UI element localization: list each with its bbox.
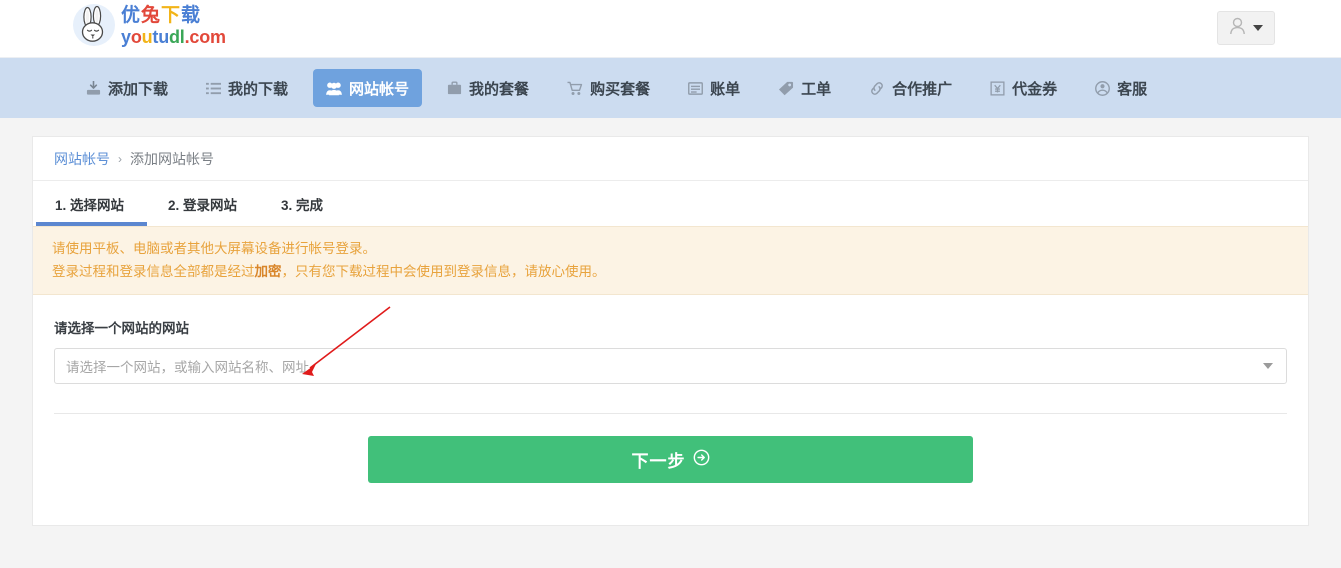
logo-domain-4: tu [152, 27, 169, 47]
logo-domain: youtudl.com [121, 28, 226, 46]
step-label: 2. 登录网站 [168, 197, 238, 213]
user-avatar-icon [1229, 17, 1246, 40]
rabbit-logo-icon [73, 4, 115, 46]
notice-line-2-emphasis: 加密 [254, 264, 282, 279]
notice-line-2-after: ，只有您下载过程中会使用到登录信息，请放心使用。 [281, 264, 606, 279]
notice-line-2: 登录过程和登录信息全部都是经过加密，只有您下载过程中会使用到登录信息，请放心使用… [52, 260, 1308, 283]
nav-item-tickets[interactable]: 工单 [765, 69, 844, 107]
chevron-down-icon [1253, 25, 1263, 31]
nav-item-affiliate[interactable]: 合作推广 [856, 69, 965, 107]
ticket-icon [778, 81, 794, 96]
form-actions: 下一步 [54, 414, 1287, 483]
notice-line-1: 请使用平板、电脑或者其他大屏幕设备进行帐号登录。 [52, 241, 376, 256]
nav-item-vouchers[interactable]: 代金券 [977, 69, 1070, 107]
logo-domain-1: y [121, 27, 131, 47]
site-select-label: 请选择一个网站的网站 [54, 321, 189, 336]
page-body: 网站帐号 › 添加网站帐号 1. 选择网站 2. 登录网站 3. 完成 请使用平… [0, 118, 1341, 526]
logo-char-2: 兔 [141, 4, 162, 26]
next-step-label: 下一步 [631, 452, 686, 471]
site-select-input[interactable]: 请选择一个网站，或输入网站名称、网址 [54, 348, 1287, 384]
step-tabs: 1. 选择网站 2. 登录网站 3. 完成 [33, 181, 1308, 226]
logo-chinese: 优兔下载 [121, 6, 226, 25]
breadcrumb: 网站帐号 › 添加网站帐号 [33, 137, 1308, 181]
nav-label: 工单 [801, 80, 832, 98]
logo-domain-6: .com [184, 27, 226, 47]
support-icon [1095, 80, 1111, 96]
nav-item-bills[interactable]: 账单 [675, 69, 753, 107]
step-tab-login-site[interactable]: 2. 登录网站 [165, 181, 240, 226]
voucher-icon [990, 80, 1005, 96]
nav-label: 我的下载 [228, 80, 289, 98]
user-menu-button[interactable] [1217, 11, 1275, 45]
logo-domain-2: o [130, 27, 142, 47]
step-tab-finish[interactable]: 3. 完成 [278, 181, 326, 226]
site-select-form: 请选择一个网站的网站 请选择一个网站，或输入网站名称、网址 下一步 [33, 295, 1308, 483]
nav-label: 网站帐号 [349, 80, 410, 98]
logo-domain-5: dl [169, 27, 185, 47]
list-icon [206, 81, 222, 96]
breadcrumb-separator-icon: › [118, 151, 122, 166]
nav-item-my-package[interactable]: 我的套餐 [434, 69, 542, 107]
logo-char-3: 下 [161, 4, 182, 26]
chevron-down-icon [1263, 363, 1273, 369]
logo-char-4: 载 [181, 4, 202, 26]
briefcase-icon [447, 81, 462, 96]
logo-char-1: 优 [121, 4, 142, 26]
nav-item-site-accounts[interactable]: 网站帐号 [313, 69, 423, 107]
cart-icon [567, 81, 583, 96]
nav-item-support[interactable]: 客服 [1082, 69, 1160, 107]
main-navigation: 添加下载 我的下载 网站帐号 我的套餐 购买套餐 账单 工单 合作推广 代金券 … [0, 58, 1341, 118]
site-logo[interactable]: 优兔下载 youtudl.com [73, 4, 226, 46]
logo-text: 优兔下载 youtudl.com [121, 4, 226, 47]
nav-label: 客服 [1117, 80, 1148, 98]
breadcrumb-link-site-accounts[interactable]: 网站帐号 [54, 149, 110, 169]
next-step-button[interactable]: 下一步 [368, 436, 973, 483]
arrow-circle-right-icon [693, 449, 710, 471]
nav-label: 我的套餐 [469, 80, 530, 98]
step-label: 3. 完成 [281, 197, 324, 213]
nav-item-add-download[interactable]: 添加下载 [73, 69, 181, 107]
link-icon [869, 81, 885, 96]
site-select-placeholder: 请选择一个网站，或输入网站名称、网址 [66, 360, 309, 375]
nav-label: 账单 [710, 80, 741, 98]
nav-label: 添加下载 [108, 80, 169, 98]
notice-banner: 请使用平板、电脑或者其他大屏幕设备进行帐号登录。 登录过程和登录信息全部都是经过… [33, 226, 1308, 295]
download-icon [86, 80, 101, 96]
step-label: 1. 选择网站 [55, 197, 125, 213]
notice-line-2-before: 登录过程和登录信息全部都是经过 [52, 264, 255, 279]
top-header: 优兔下载 youtudl.com [0, 0, 1341, 58]
breadcrumb-current: 添加网站帐号 [130, 150, 214, 167]
content-card: 网站帐号 › 添加网站帐号 1. 选择网站 2. 登录网站 3. 完成 请使用平… [32, 136, 1309, 526]
nav-label: 合作推广 [892, 80, 953, 98]
nav-label: 代金券 [1012, 80, 1058, 98]
nav-item-my-downloads[interactable]: 我的下载 [193, 69, 301, 107]
nav-label: 购买套餐 [590, 80, 651, 98]
users-icon [326, 81, 343, 96]
logo-domain-3: u [141, 27, 153, 47]
step-tab-select-site[interactable]: 1. 选择网站 [35, 181, 148, 226]
bill-icon [688, 81, 704, 96]
nav-item-buy-package[interactable]: 购买套餐 [554, 69, 663, 107]
